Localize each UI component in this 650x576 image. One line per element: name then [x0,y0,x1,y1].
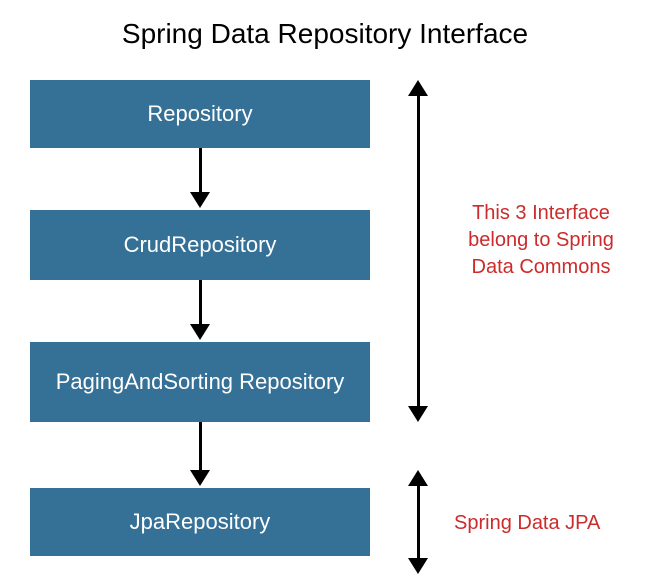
box-crud-repository: CrudRepository [30,210,370,280]
diagram-area: Repository CrudRepository PagingAndSorti… [0,70,650,570]
vertical-double-arrow-icon [408,80,428,422]
box-repository: Repository [30,80,370,148]
diagram-title: Spring Data Repository Interface [0,0,650,70]
annotation-jpa: Spring Data JPA [454,510,634,537]
box-paging-sorting-repository: PagingAndSorting Repository [30,342,370,422]
box-jpa-repository: JpaRepository [30,488,370,556]
vertical-double-arrow-icon [408,470,428,574]
annotation-commons: This 3 Interface belong to Spring Data C… [446,200,636,281]
